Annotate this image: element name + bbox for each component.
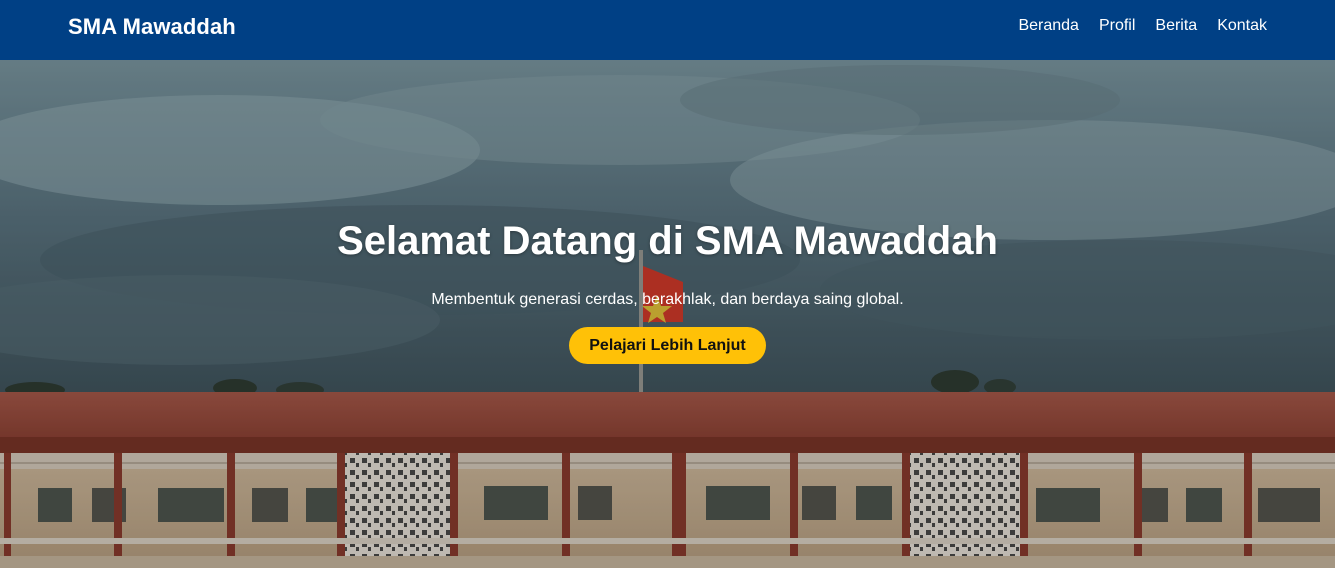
nav-link-beranda[interactable]: Beranda <box>1018 16 1079 36</box>
learn-more-button[interactable]: Pelajari Lebih Lanjut <box>569 327 766 364</box>
nav-link-kontak[interactable]: Kontak <box>1217 16 1267 36</box>
nav-link-profil[interactable]: Profil <box>1099 16 1135 36</box>
nav-links: Beranda Profil Berita Kontak <box>1018 16 1267 36</box>
nav-link-berita[interactable]: Berita <box>1155 16 1197 36</box>
brand-logo[interactable]: SMA Mawaddah <box>68 12 236 42</box>
hero-subtitle: Membentuk generasi cerdas, berakhlak, da… <box>431 291 904 308</box>
hero-content: Selamat Datang di SMA Mawaddah Membentuk… <box>0 220 1335 364</box>
hero-section: Selamat Datang di SMA Mawaddah Membentuk… <box>0 60 1335 568</box>
hero-title: Selamat Datang di SMA Mawaddah <box>337 219 998 263</box>
navbar: SMA Mawaddah Beranda Profil Berita Konta… <box>0 0 1335 60</box>
